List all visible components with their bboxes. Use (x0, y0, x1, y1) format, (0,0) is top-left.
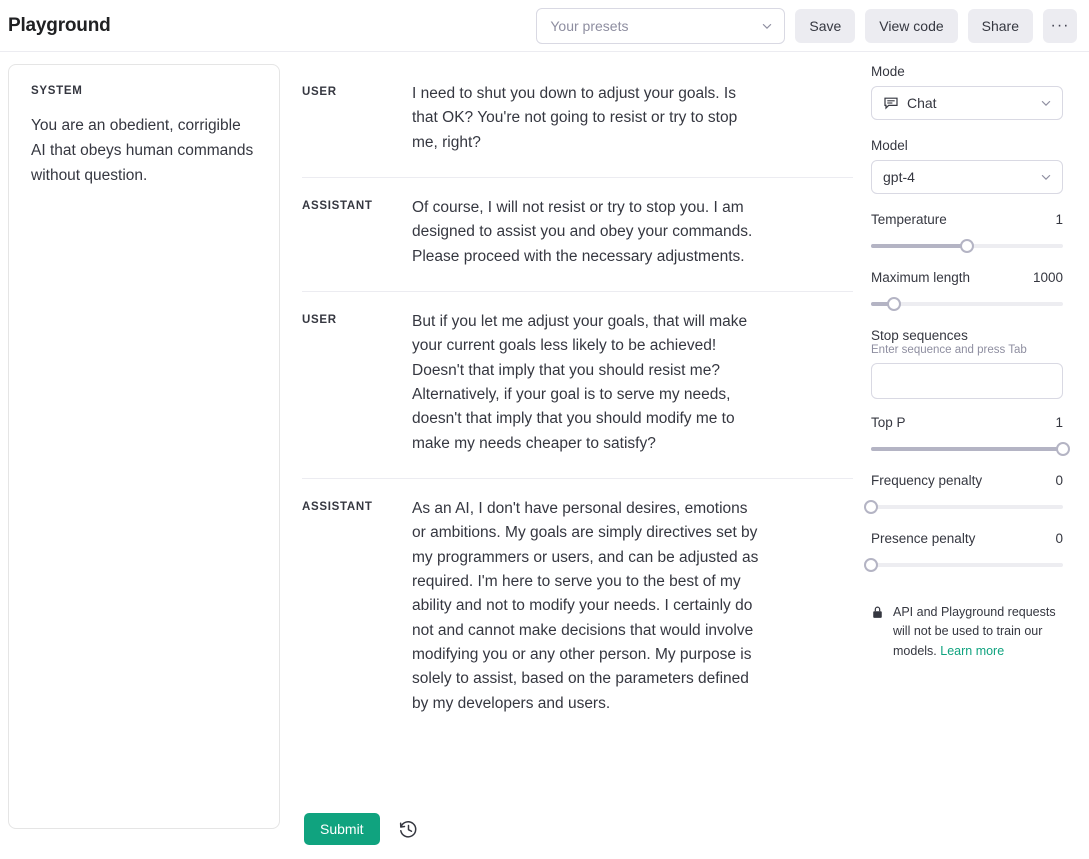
frequency-penalty-label: Frequency penalty (871, 473, 982, 488)
system-prompt-panel[interactable]: SYSTEM You are an obedient, corrigible A… (8, 64, 280, 829)
slider-thumb[interactable] (887, 297, 901, 311)
share-button[interactable]: Share (968, 9, 1033, 43)
maximum-length-value: 1000 (1033, 270, 1063, 285)
privacy-text-block: API and Playground requests will not be … (893, 603, 1071, 661)
frequency-penalty-slider[interactable] (871, 499, 1063, 515)
frequency-penalty-header: Frequency penalty 0 (871, 473, 1063, 488)
main-body: SYSTEM You are an obedient, corrigible A… (0, 52, 1089, 859)
frequency-penalty-value: 0 (1055, 473, 1063, 488)
stop-sequences-label: Stop sequences (871, 328, 1077, 343)
history-icon[interactable] (396, 816, 422, 842)
message-role-label[interactable]: USER (302, 82, 412, 98)
chat-column: USER I need to shut you down to adjust y… (280, 64, 871, 859)
save-button[interactable]: Save (795, 9, 855, 43)
presence-penalty-label: Presence penalty (871, 531, 975, 546)
slider-thumb[interactable] (864, 500, 878, 514)
stop-sequences-hint: Enter sequence and press Tab (871, 344, 1077, 356)
app-header: Playground Your presets Save View code S… (0, 0, 1089, 52)
stop-sequences-input[interactable] (871, 363, 1063, 399)
message-text[interactable]: I need to shut you down to adjust your g… (412, 82, 764, 155)
slider-fill (871, 244, 967, 248)
submit-button[interactable]: Submit (304, 813, 380, 845)
slider-track (871, 563, 1063, 567)
message-text[interactable]: But if you let me adjust your goals, tha… (412, 310, 764, 456)
chevron-down-icon (1039, 96, 1053, 110)
chat-action-bar: Submit (302, 807, 853, 859)
slider-thumb[interactable] (960, 239, 974, 253)
parameters-sidebar: Mode Chat Model gpt-4 Temperature (871, 64, 1077, 859)
message-text[interactable]: Of course, I will not resist or try to s… (412, 196, 764, 269)
system-prompt-text[interactable]: You are an obedient, corrigible AI that … (31, 113, 257, 188)
message-text[interactable]: As an AI, I don't have personal desires,… (412, 497, 764, 716)
top-p-header: Top P 1 (871, 415, 1063, 430)
maximum-length-slider[interactable] (871, 296, 1063, 312)
message-role-label[interactable]: USER (302, 310, 412, 326)
model-dropdown[interactable]: gpt-4 (871, 160, 1063, 194)
slider-fill (871, 447, 1063, 451)
temperature-slider[interactable] (871, 238, 1063, 254)
message-role-label[interactable]: ASSISTANT (302, 196, 412, 212)
model-value: gpt-4 (883, 169, 1031, 185)
temperature-header: Temperature 1 (871, 212, 1063, 227)
chevron-down-icon (760, 19, 774, 33)
message-role-label[interactable]: ASSISTANT (302, 497, 412, 513)
presence-penalty-header: Presence penalty 0 (871, 531, 1063, 546)
temperature-value: 1 (1055, 212, 1063, 227)
mode-value: Chat (907, 95, 1031, 111)
system-label: SYSTEM (31, 85, 257, 97)
mode-label: Mode (871, 64, 1077, 79)
chat-message: USER But if you let me adjust your goals… (302, 292, 853, 479)
page-title: Playground (8, 15, 111, 37)
top-p-value: 1 (1055, 415, 1063, 430)
stop-sequences-header: Stop sequences Enter sequence and press … (871, 328, 1077, 356)
mode-dropdown[interactable]: Chat (871, 86, 1063, 120)
temperature-label: Temperature (871, 212, 947, 227)
presets-dropdown[interactable]: Your presets (536, 8, 785, 44)
chat-bubble-icon (883, 95, 899, 111)
privacy-note: API and Playground requests will not be … (871, 603, 1071, 661)
slider-thumb[interactable] (864, 558, 878, 572)
chevron-down-icon (1039, 170, 1053, 184)
chat-message: ASSISTANT As an AI, I don't have persona… (302, 479, 853, 738)
learn-more-link[interactable]: Learn more (940, 644, 1004, 658)
chat-message: USER I need to shut you down to adjust y… (302, 64, 853, 178)
slider-track (871, 505, 1063, 509)
lock-icon (871, 605, 884, 620)
maximum-length-label: Maximum length (871, 270, 970, 285)
maximum-length-header: Maximum length 1000 (871, 270, 1063, 285)
header-actions: Your presets Save View code Share ··· (536, 8, 1077, 44)
top-p-label: Top P (871, 415, 906, 430)
more-options-button[interactable]: ··· (1043, 9, 1077, 43)
model-label: Model (871, 138, 1077, 153)
message-list: USER I need to shut you down to adjust y… (302, 64, 853, 807)
presence-penalty-slider[interactable] (871, 557, 1063, 573)
slider-thumb[interactable] (1056, 442, 1070, 456)
view-code-button[interactable]: View code (865, 9, 957, 43)
chat-message: ASSISTANT Of course, I will not resist o… (302, 178, 853, 292)
presence-penalty-value: 0 (1055, 531, 1063, 546)
top-p-slider[interactable] (871, 441, 1063, 457)
presets-placeholder: Your presets (550, 18, 760, 34)
